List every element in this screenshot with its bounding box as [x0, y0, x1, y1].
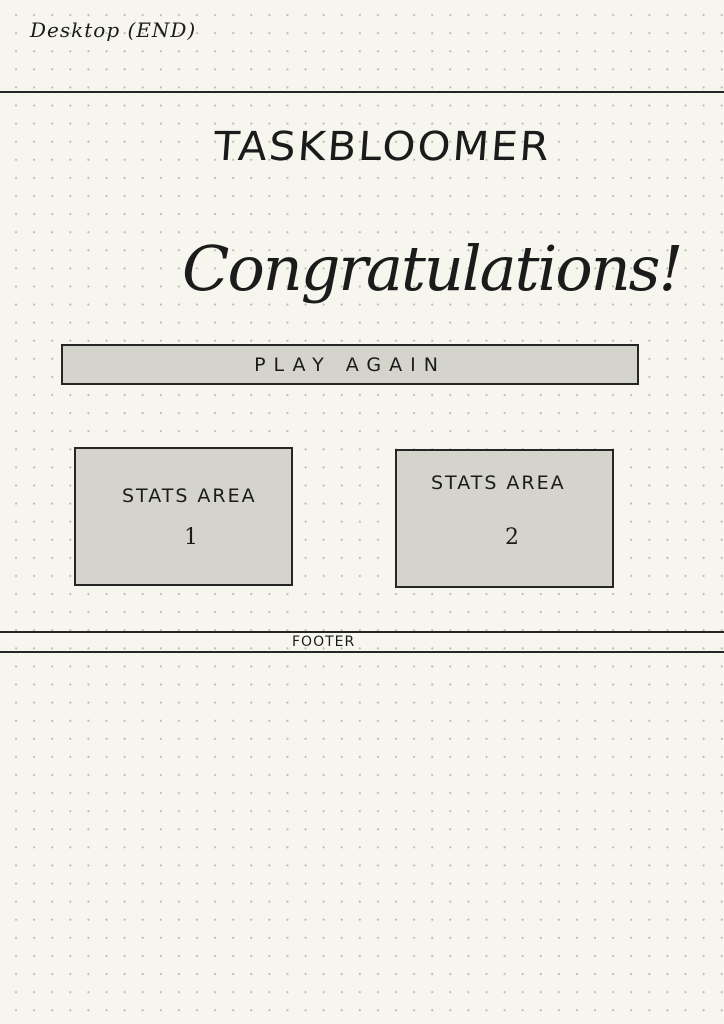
header-divider: [0, 91, 724, 93]
stats-area-number: 1: [184, 525, 198, 550]
stats-area-1: STATS AREA 1: [74, 447, 293, 586]
footer-bottom-divider: [0, 651, 724, 653]
congratulations-heading: Congratulations!: [182, 232, 683, 305]
sheet-label: Desktop (END): [30, 18, 197, 42]
footer-label: FOOTER: [292, 634, 356, 650]
footer-top-divider: [0, 631, 724, 633]
play-again-button[interactable]: PLAY AGAIN: [61, 344, 639, 385]
stats-area-label: STATS AREA: [122, 485, 257, 507]
app-title: TASKBLOOMER: [211, 124, 553, 170]
stats-area-2: STATS AREA 2: [395, 449, 614, 588]
stats-area-number: 2: [505, 525, 519, 550]
stats-area-label: STATS AREA: [431, 472, 566, 494]
